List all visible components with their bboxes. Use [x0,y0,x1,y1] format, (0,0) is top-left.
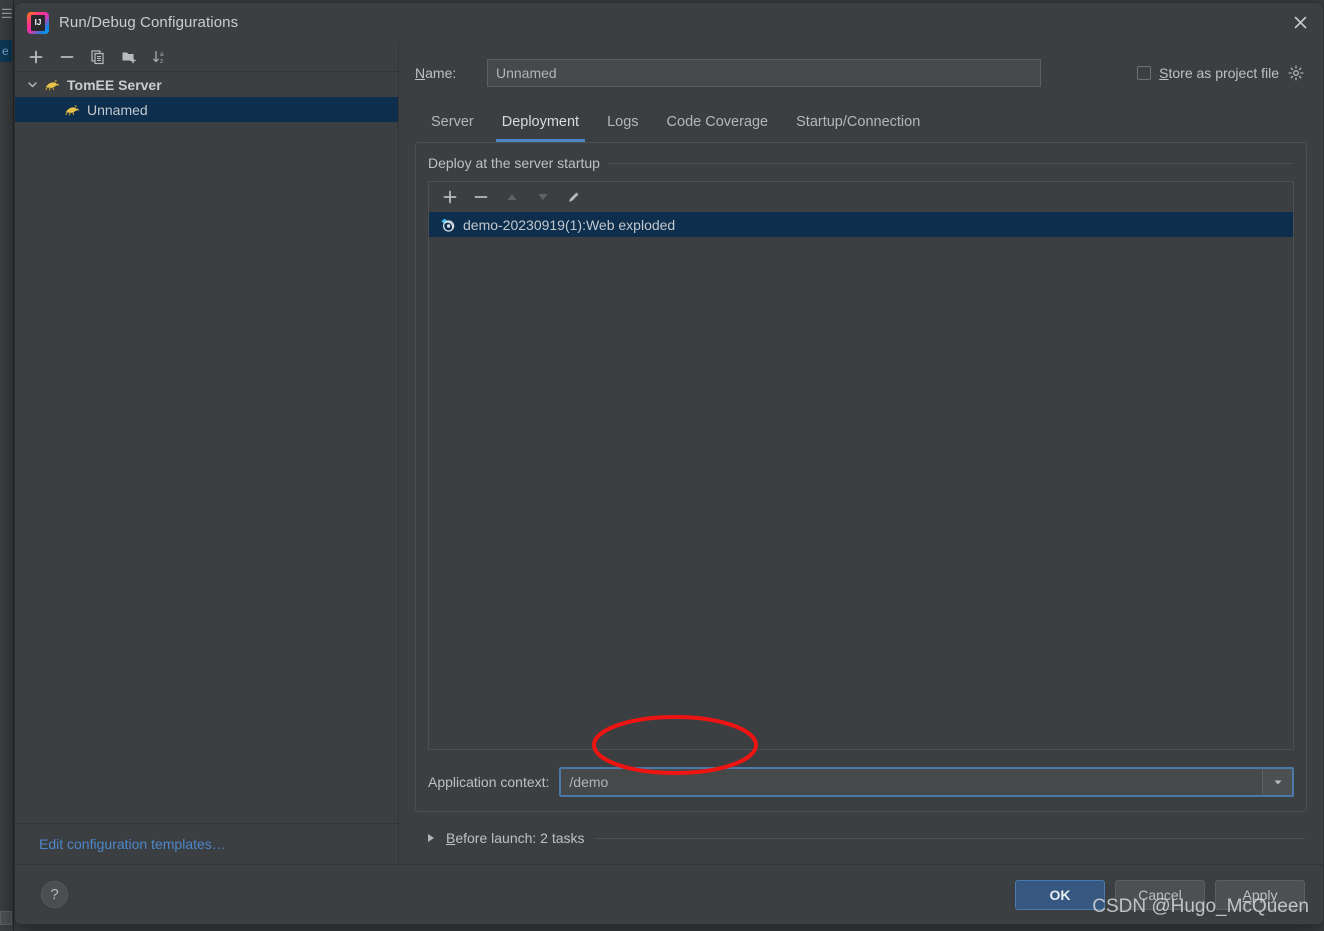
application-context-field[interactable]: /demo [559,767,1294,797]
intellij-idea-icon [27,11,49,34]
store-as-project-file-group: Store as project file [1137,64,1307,82]
dialog-title: Run/Debug Configurations [59,14,239,31]
dialog-titlebar: Run/Debug Configurations [15,3,1323,42]
tomee-icon [65,104,80,116]
sort-alphabetical-icon[interactable]: a z [149,46,171,68]
before-launch-section: Before launch: 2 tasks [415,812,1307,864]
deployment-panel: Deploy at the server startup demo-202309… [415,142,1307,812]
chevron-down-icon[interactable] [1262,769,1292,795]
copy-configuration-button[interactable] [87,46,109,68]
deployment-item-row[interactable]: demo-20230919(1):Web exploded [429,212,1293,237]
dialog-action-buttons: OK Cancel Apply [1015,879,1305,910]
ide-left-strip: ☰ e [0,0,14,931]
tab-server[interactable]: Server [417,113,488,142]
deploy-group-title: Deploy at the server startup [428,155,600,171]
edit-configuration-templates-link[interactable]: Edit configuration templates… [39,836,226,852]
status-bar-sliver [0,911,12,925]
name-label: Name: [415,64,457,81]
add-artifact-button[interactable] [439,186,461,208]
tab-code-coverage[interactable]: Code Coverage [653,113,783,142]
configurations-toolbar: a z [15,42,398,72]
close-icon[interactable] [1277,3,1323,41]
new-folder-button[interactable] [118,46,140,68]
application-context-label: Application context: [428,774,550,790]
store-as-project-file-checkbox[interactable] [1137,65,1152,80]
name-input[interactable] [487,58,1041,87]
store-as-project-file-label[interactable]: Store as project file [1159,65,1279,81]
move-artifact-up-button[interactable] [501,186,523,208]
configurations-tree: TomEE Server Unnamed [15,72,398,823]
ok-button[interactable]: OK [1015,879,1105,910]
triangle-right-icon[interactable] [425,832,437,844]
editor-tab-sliver[interactable]: e [0,40,12,62]
help-button[interactable]: ? [41,881,68,908]
gear-icon[interactable] [1287,64,1305,82]
svg-text:z: z [160,58,163,65]
application-context-value[interactable]: /demo [561,769,1262,795]
edit-artifact-button[interactable] [563,186,585,208]
before-launch-label[interactable]: Before launch: 2 tasks [446,830,585,846]
before-launch-divider [593,837,1305,839]
tomee-icon [45,79,60,91]
tree-group-tomee-server[interactable]: TomEE Server [15,72,398,97]
cancel-button[interactable]: Cancel [1115,879,1205,910]
name-row: Name: Store as project file [415,42,1307,99]
hamburger-menu-icon[interactable]: ☰ [1,6,13,22]
tab-logs[interactable]: Logs [593,113,652,142]
deployment-rows: demo-20230919(1):Web exploded [429,212,1293,749]
tab-startup-connection[interactable]: Startup/Connection [782,113,934,142]
deploy-group-header: Deploy at the server startup [428,143,1294,181]
configuration-editor-pane: Name: Store as project file Server D [399,42,1323,864]
deployment-toolbar [429,182,1293,212]
dialog-footer: ? OK Cancel Apply CSDN @Hugo_McQueen [15,864,1323,924]
deployment-list-box: demo-20230919(1):Web exploded [428,181,1294,750]
configurations-footer: Edit configuration templates… [15,823,398,864]
move-artifact-down-button[interactable] [532,186,554,208]
configuration-tabs: Server Deployment Logs Code Coverage Sta… [415,99,1307,142]
apply-button[interactable]: Apply [1215,879,1305,910]
tab-deployment[interactable]: Deployment [488,113,593,142]
remove-configuration-button[interactable] [56,46,78,68]
dialog-body: a z TomEE Server Unnamed Edit configurat… [15,42,1323,864]
run-debug-configurations-dialog: Run/Debug Configurations [14,2,1324,925]
add-configuration-button[interactable] [25,46,47,68]
deployment-item-label: demo-20230919(1):Web exploded [463,216,676,233]
tree-item-unnamed[interactable]: Unnamed [15,97,398,122]
tree-group-label: TomEE Server [67,76,162,93]
remove-artifact-button[interactable] [470,186,492,208]
artifact-icon [441,218,455,232]
svg-text:a: a [160,51,164,58]
group-divider [607,162,1294,164]
application-context-row: Application context: /demo [428,750,1294,797]
chevron-down-icon[interactable] [25,78,39,92]
configurations-pane: a z TomEE Server Unnamed Edit configurat… [15,42,399,864]
tree-item-label: Unnamed [87,101,148,118]
